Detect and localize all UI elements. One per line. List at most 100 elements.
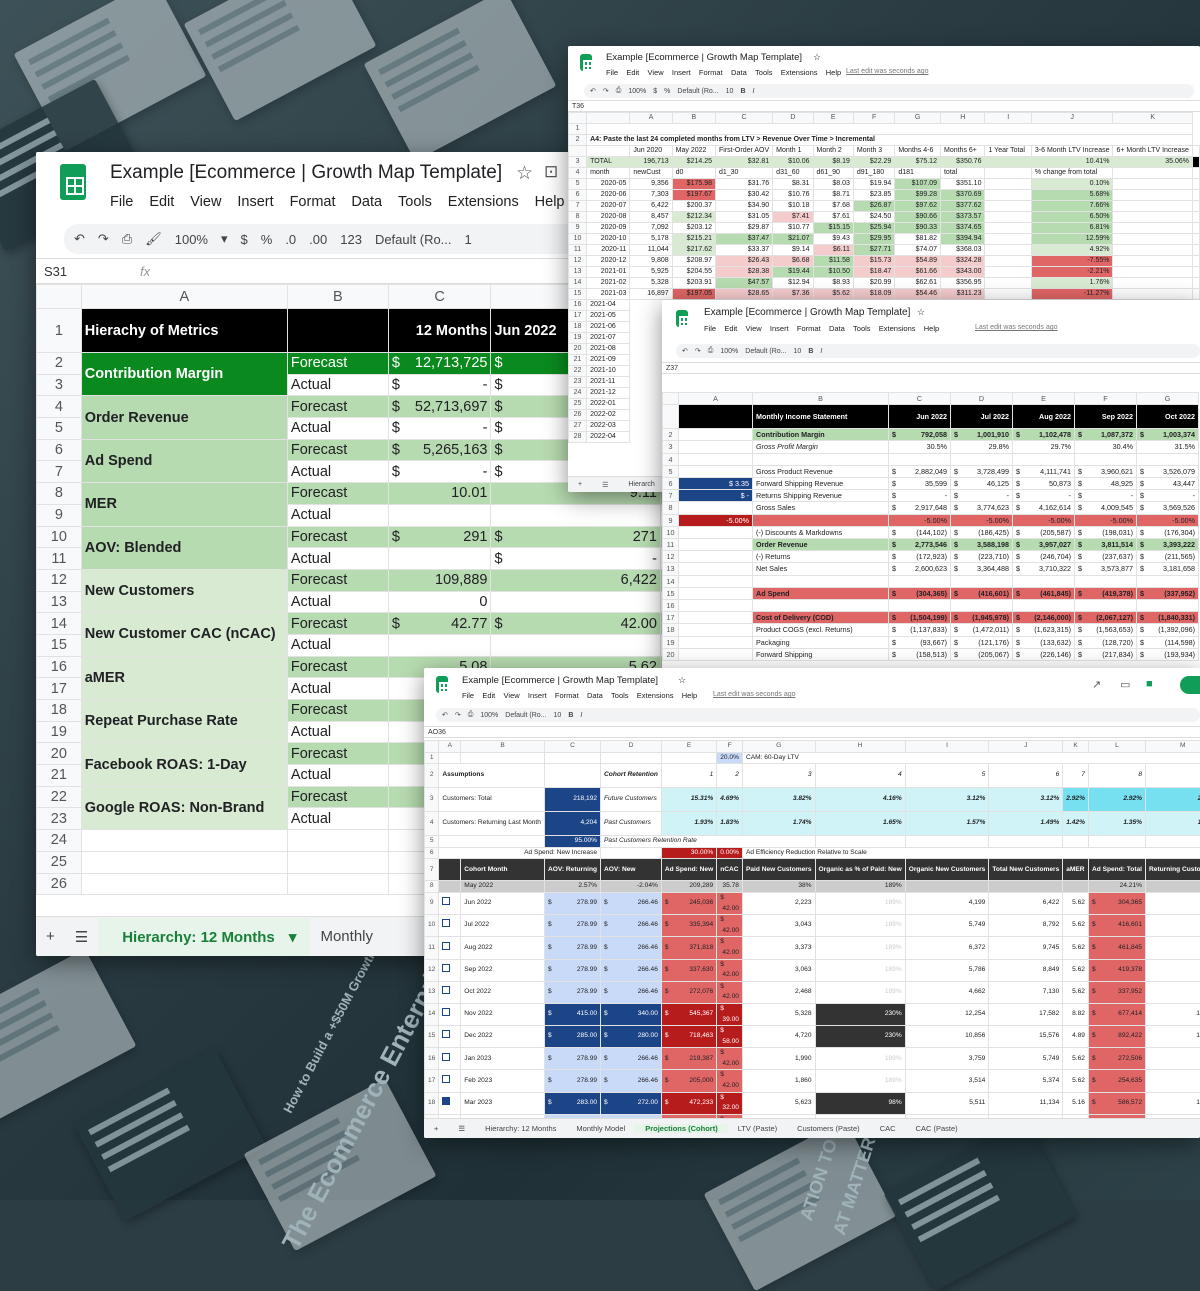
menu-item[interactable]: Data (731, 68, 747, 77)
assumption-cell[interactable] (679, 600, 753, 612)
value-cell-12m[interactable] (388, 634, 491, 656)
cell[interactable]: 24.21% (1088, 881, 1145, 893)
data-cell[interactable]: 9,356 (630, 179, 672, 190)
row-header[interactable]: 8 (425, 881, 439, 893)
assumption-cell[interactable]: -5.00% (679, 514, 753, 526)
menu-item[interactable]: Extensions (637, 691, 674, 700)
row-header[interactable]: 15 (37, 634, 82, 656)
assumption-cell[interactable] (679, 429, 753, 441)
data-cell[interactable]: $311.23 (940, 289, 984, 300)
value-cell[interactable]: $(121,176) (951, 636, 1013, 648)
header-cell[interactable]: Hierachy of Metrics (81, 309, 287, 353)
row-header[interactable]: 25 (569, 399, 587, 410)
row-header[interactable]: 5 (37, 418, 82, 440)
data-cell[interactable]: $23.85 (853, 190, 894, 201)
select-all-corner[interactable] (569, 113, 587, 124)
column-header[interactable]: A (630, 113, 672, 124)
menu-item[interactable]: Format (290, 194, 336, 210)
value-cell[interactable]: $(337,952) (1137, 587, 1199, 599)
data-cell[interactable] (985, 256, 1031, 267)
assumption-cell[interactable] (679, 539, 753, 551)
data-cell[interactable]: 4,662 (905, 981, 989, 1003)
value-cell[interactable]: $(1,623,315) (1013, 624, 1075, 636)
data-cell[interactable]: 7,092 (630, 223, 672, 234)
type-cell[interactable]: Actual (287, 461, 388, 483)
cell[interactable]: Future Customers (601, 788, 662, 812)
value-cell[interactable]: $3,588,198 (951, 539, 1013, 551)
data-cell[interactable]: $205,000 (661, 1070, 716, 1092)
data-cell[interactable]: 15,576 (989, 1026, 1063, 1048)
checkbox[interactable] (442, 1053, 450, 1061)
row-header[interactable]: 4 (425, 812, 439, 836)
value-cell[interactable]: $(419,378) (1075, 587, 1137, 599)
row-header[interactable]: 16 (37, 656, 82, 678)
undo-icon[interactable]: ↶ (442, 711, 448, 719)
value-cell[interactable]: $1,087,372 (1075, 429, 1137, 441)
checkbox[interactable] (442, 964, 450, 972)
data-cell[interactable]: 3,514 (905, 1070, 989, 1092)
cell[interactable]: Past Customers (601, 812, 662, 836)
header-cell[interactable]: Month 2 (813, 146, 853, 157)
value-cell-12m[interactable]: $291 (388, 526, 491, 548)
menu-item[interactable]: Edit (149, 194, 174, 210)
sheets-logo-icon[interactable] (580, 54, 592, 71)
cell[interactable] (1193, 179, 1200, 190)
menu-item[interactable]: Tools (853, 324, 871, 333)
row-header[interactable]: 17 (37, 678, 82, 700)
header-cell[interactable]: 1 Year Total (985, 146, 1031, 157)
percent-button[interactable]: % (664, 88, 670, 95)
value-cell[interactable]: $3,526,079 (1137, 465, 1199, 477)
cell[interactable]: Customers: Returning Last Month (439, 812, 545, 836)
metric-label[interactable]: Contribution Margin (81, 353, 287, 396)
cell[interactable]: 15.31% (661, 788, 716, 812)
tab-monthly[interactable]: Monthly (310, 928, 383, 945)
data-cell[interactable]: $19.44 (773, 267, 813, 278)
assumption-cell[interactable] (679, 636, 753, 648)
month-cell[interactable]: 2021-09 (587, 355, 630, 366)
type-cell[interactable]: Forecast (287, 396, 388, 418)
star-icon[interactable]: ☆ (516, 162, 533, 185)
italic-icon[interactable]: I (820, 348, 822, 355)
menu-item[interactable]: Extensions (781, 68, 818, 77)
value-cell[interactable]: $- (889, 490, 951, 502)
print-icon[interactable]: ⎙ (468, 711, 474, 719)
data-cell[interactable]: $7.68 (813, 201, 853, 212)
menu-item[interactable]: Tools (755, 68, 773, 77)
data-cell[interactable]: 5,925 (630, 267, 672, 278)
data-cell[interactable]: $9.14 (773, 245, 813, 256)
column-title[interactable]: Ad Spend: New (661, 859, 716, 881)
data-cell[interactable]: $197.05 (672, 289, 715, 300)
data-cell[interactable]: 2020-06 (587, 190, 630, 201)
cell[interactable] (1113, 245, 1193, 256)
cell[interactable]: 1.49% (989, 812, 1063, 836)
data-cell[interactable]: 8.82 (1063, 1003, 1089, 1025)
data-cell[interactable]: $42.00 (717, 892, 743, 914)
data-cell[interactable]: $30.42 (715, 190, 772, 201)
column-header[interactable]: F (1075, 393, 1137, 405)
row-header[interactable]: 17 (569, 311, 587, 322)
italic-icon[interactable]: I (580, 712, 582, 719)
row-header[interactable]: 16 (663, 600, 679, 612)
cell[interactable] (1113, 267, 1193, 278)
data-cell[interactable]: 5.16 (1063, 1092, 1089, 1114)
value-cell[interactable] (1075, 600, 1137, 612)
cell[interactable] (544, 764, 600, 788)
row-header[interactable]: 20 (569, 344, 587, 355)
cell[interactable]: 2.92% (1063, 788, 1089, 812)
type-cell[interactable] (287, 830, 388, 852)
data-cell[interactable]: 2,468 (742, 981, 815, 1003)
data-cell[interactable]: 2020-10 (587, 234, 630, 245)
data-cell[interactable]: 2021-03 (587, 289, 630, 300)
value-cell[interactable]: $(128,720) (1075, 636, 1137, 648)
data-cell[interactable]: 13,450 (1146, 1003, 1200, 1025)
data-cell[interactable]: $197.67 (672, 190, 715, 201)
row-header[interactable]: 12 (37, 569, 82, 591)
checkbox[interactable] (442, 1008, 450, 1016)
data-cell[interactable]: $11.58 (813, 256, 853, 267)
data-cell[interactable] (985, 179, 1031, 190)
line-item-label[interactable]: Gross Product Revenue (753, 465, 889, 477)
cell[interactable] (1193, 278, 1200, 289)
undo-icon[interactable]: ↶ (682, 347, 688, 355)
data-cell[interactable]: $278.99 (544, 1070, 600, 1092)
row-header[interactable]: 10 (37, 526, 82, 548)
